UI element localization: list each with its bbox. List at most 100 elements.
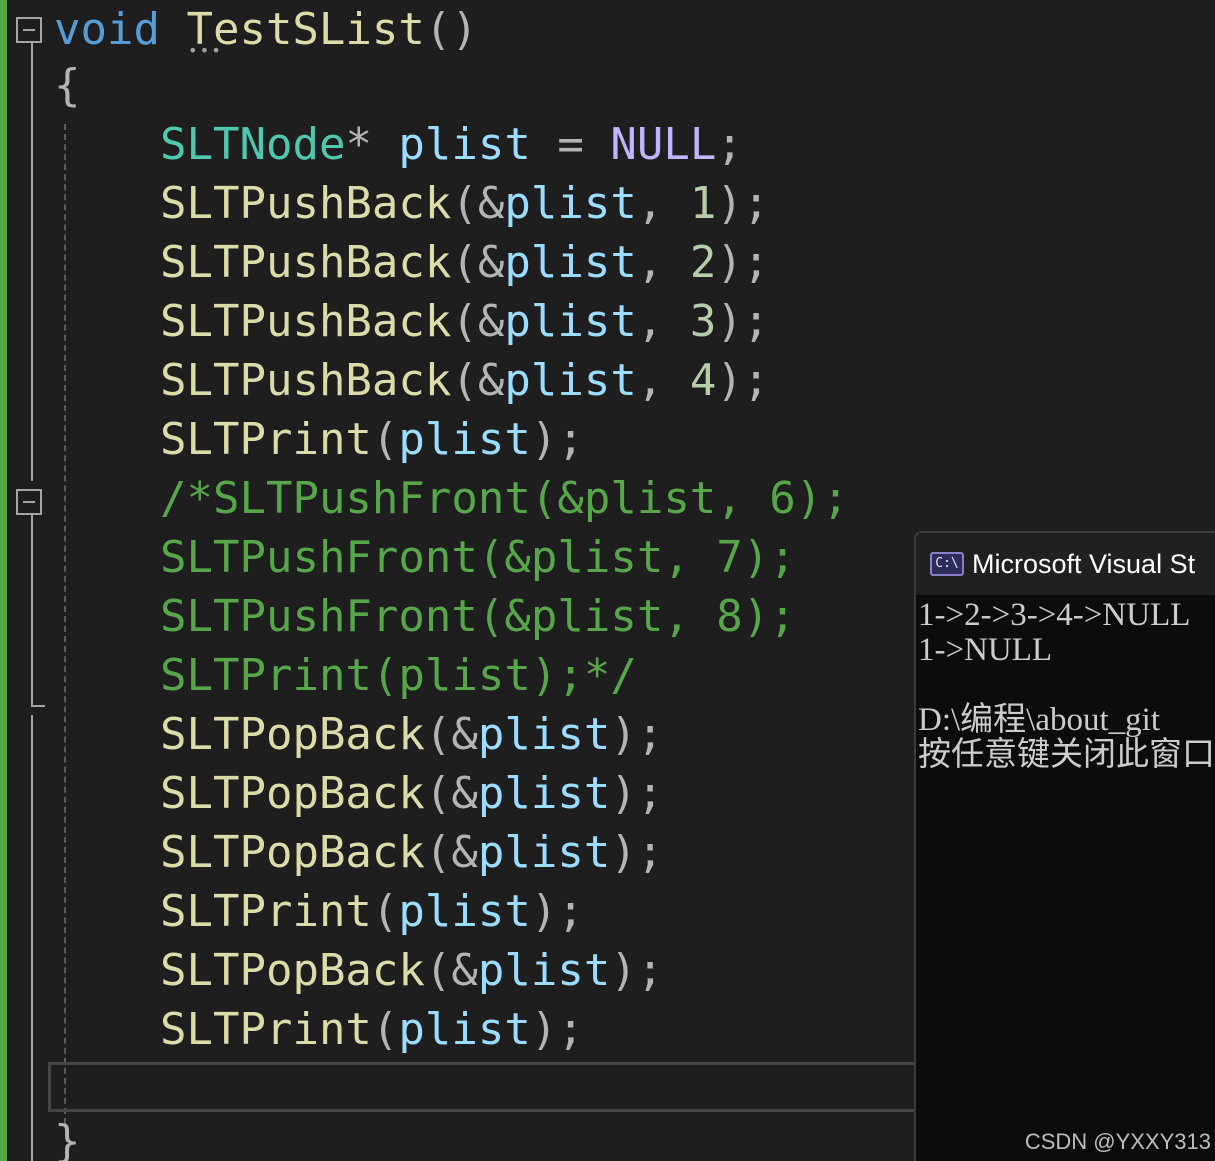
code-token: plist: [504, 296, 637, 347]
code-line[interactable]: SLTPrint(plist);: [54, 410, 584, 469]
code-line[interactable]: SLTPopBack(&plist);: [54, 705, 663, 764]
code-token: plist: [398, 886, 531, 937]
code-token: 4: [689, 355, 717, 406]
code-token: (): [424, 4, 478, 55]
code-token: );: [716, 355, 770, 406]
code-line[interactable]: /*SLTPushFront(&plist, 6);: [54, 469, 849, 528]
code-token: (&: [451, 296, 505, 347]
code-token: );: [716, 237, 770, 288]
outline-tick: [31, 705, 45, 707]
code-token: (&: [424, 945, 478, 996]
code-line[interactable]: SLTPushFront(&plist, 8);: [54, 587, 796, 646]
code-token: plist: [504, 355, 637, 406]
console-output-line: D:\编程\about_git: [918, 702, 1160, 738]
code-token: );: [530, 414, 584, 465]
code-token: 3: [689, 296, 717, 347]
code-token: SLTPushFront(&plist, 8);: [160, 591, 796, 642]
code-token: plist: [504, 178, 637, 229]
code-token: SLTPushBack: [160, 355, 452, 406]
code-token: plist: [504, 237, 637, 288]
code-line[interactable]: SLTPrint(plist);: [54, 1000, 584, 1059]
code-line[interactable]: SLTPushBack(&plist, 3);: [54, 292, 769, 351]
code-token: ,: [636, 237, 690, 288]
code-token: (&: [451, 237, 505, 288]
code-token: plist: [477, 709, 611, 760]
code-token: {: [54, 60, 81, 111]
code-token: 1: [689, 178, 717, 229]
collapse-comment-icon[interactable]: [16, 489, 42, 515]
code-token: SLTPrint: [160, 1004, 372, 1055]
code-line[interactable]: SLTPrint(plist);*/: [54, 646, 637, 705]
code-token: SLTPrint: [160, 414, 372, 465]
code-token: plist: [477, 827, 611, 878]
code-token: SLTPushBack: [160, 237, 452, 288]
code-token: );: [610, 709, 664, 760]
code-line[interactable]: SLTNode* plist = NULL;: [54, 115, 743, 174]
code-token: );: [610, 768, 664, 819]
code-line[interactable]: SLTPopBack(&plist);: [54, 941, 663, 1000]
code-token: );: [610, 827, 664, 878]
code-token: 2: [689, 237, 717, 288]
code-token: =: [530, 119, 611, 170]
code-token: SLTPushBack: [160, 296, 452, 347]
code-line[interactable]: SLTPopBack(&plist);: [54, 823, 663, 882]
code-token: plist: [398, 414, 531, 465]
quick-action-dots[interactable]: •••: [188, 43, 224, 59]
code-line[interactable]: SLTPopBack(&plist);: [54, 764, 663, 823]
code-token: plist: [398, 1004, 531, 1055]
code-token: (: [371, 414, 399, 465]
code-line[interactable]: SLTPushBack(&plist, 2);: [54, 233, 769, 292]
code-token: SLTPrint(plist);*/: [160, 650, 637, 701]
code-line[interactable]: SLTPushBack(&plist, 4);: [54, 351, 769, 410]
code-token: );: [610, 945, 664, 996]
code-token: SLTPushBack: [160, 178, 452, 229]
code-line[interactable]: {: [54, 56, 81, 115]
collapse-function-icon[interactable]: [16, 17, 42, 43]
code-token: (: [371, 886, 399, 937]
code-line[interactable]: SLTPushFront(&plist, 7);: [54, 528, 796, 587]
code-token: ,: [636, 296, 690, 347]
code-token: SLTPushFront(&plist, 7);: [160, 532, 796, 583]
code-token: *: [345, 119, 399, 170]
code-token: (: [371, 1004, 399, 1055]
code-token: void: [54, 4, 160, 55]
code-token: (&: [424, 827, 478, 878]
console-titlebar[interactable]: C:\ Microsoft Visual St: [916, 533, 1215, 595]
code-token: (&: [424, 768, 478, 819]
code-token: ;: [716, 119, 743, 170]
code-token: plist: [477, 945, 611, 996]
outline-line: [31, 43, 33, 481]
code-line[interactable]: SLTPrint(plist);: [54, 882, 584, 941]
code-token: ,: [636, 355, 690, 406]
code-token: SLTPopBack: [160, 945, 425, 996]
code-line[interactable]: }: [54, 1112, 81, 1161]
code-line[interactable]: SLTPushBack(&plist, 1);: [54, 174, 769, 233]
console-window[interactable]: C:\ Microsoft Visual St 1->2->3->4->NULL…: [914, 531, 1215, 1161]
code-token: NULL: [610, 119, 717, 170]
code-token: plist: [398, 119, 531, 170]
console-output-line: 按任意键关闭此窗口: [918, 737, 1215, 773]
watermark: CSDN @YXXY313: [1024, 1129, 1211, 1154]
code-token: SLTNode: [160, 119, 346, 170]
outline-line: [31, 715, 33, 1161]
code-token: );: [716, 296, 770, 347]
code-token: );: [530, 886, 584, 937]
code-token: (&: [451, 355, 505, 406]
code-token: SLTPopBack: [160, 827, 425, 878]
code-line[interactable]: void TestSList(): [54, 0, 478, 59]
code-token: plist: [477, 768, 611, 819]
code-token: );: [716, 178, 770, 229]
code-token: SLTPopBack: [160, 768, 425, 819]
console-title: Microsoft Visual St: [972, 548, 1196, 579]
console-output-line: 1->NULL: [918, 632, 1053, 668]
console-output-line: 1->2->3->4->NULL: [918, 597, 1191, 633]
code-editor[interactable]: void TestSList(){SLTNode* plist = NULL; S…: [0, 0, 1215, 1161]
code-token: SLTPopBack: [160, 709, 425, 760]
code-token: (&: [424, 709, 478, 760]
console-output: 1->2->3->4->NULL 1->NULL D:\编程\about_git 按任…: [916, 595, 1215, 773]
code-token: /*SLTPushFront(&plist, 6);: [160, 473, 849, 524]
change-tracking-bar: [0, 0, 7, 1161]
code-token: }: [54, 1116, 81, 1161]
